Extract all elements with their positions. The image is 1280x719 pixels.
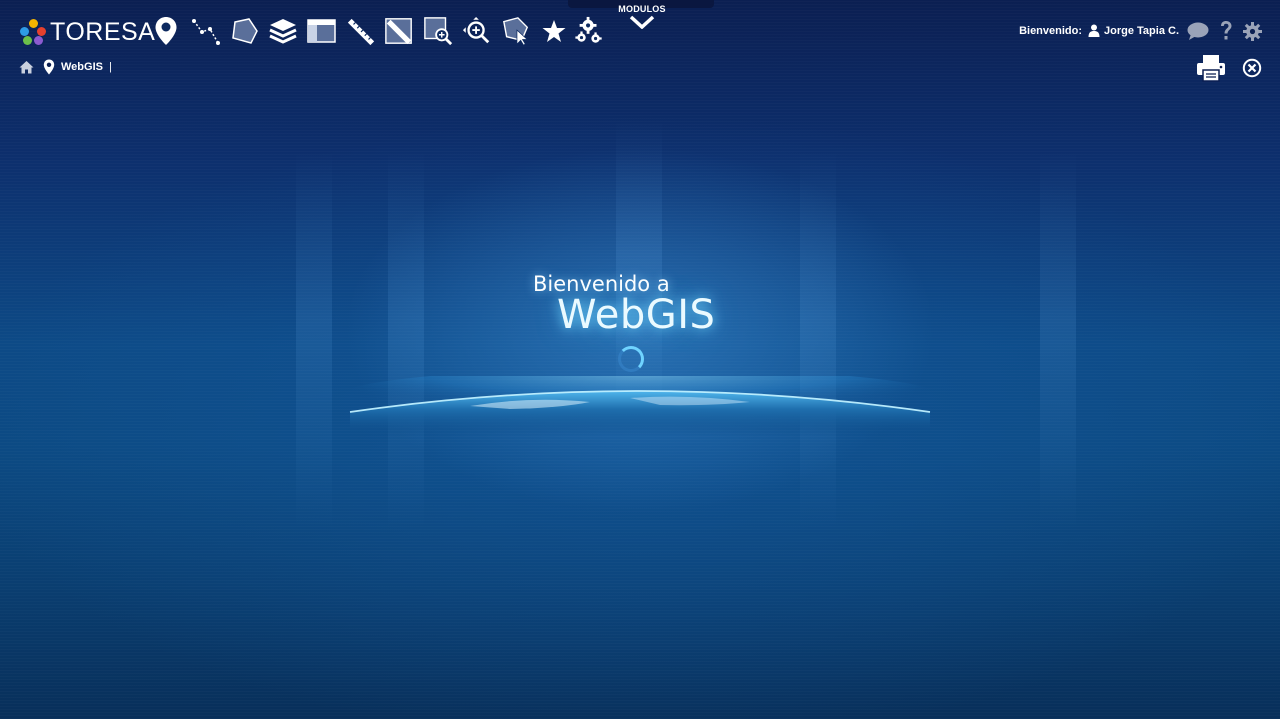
loading-spinner: [618, 346, 644, 372]
user-name[interactable]: Jorge Tapia C.: [1104, 25, 1179, 37]
chat-icon[interactable]: [1187, 22, 1209, 45]
light-streak: [616, 120, 662, 420]
area-ruler-icon[interactable]: [384, 15, 414, 47]
polygon-icon[interactable]: [229, 15, 259, 47]
ruler-icon[interactable]: [346, 15, 376, 47]
panel-icon[interactable]: [306, 15, 336, 47]
select-polygon-icon[interactable]: [501, 15, 531, 47]
modules-label: MODULOS: [618, 4, 666, 14]
chevron-down-icon: [629, 15, 655, 29]
modules-menu-button[interactable]: MODULOS: [612, 4, 672, 29]
breadcrumb-current[interactable]: WebGIS: [61, 61, 103, 73]
home-icon[interactable]: [19, 60, 34, 74]
user-welcome: Bienvenido: Jorge Tapia C.: [1019, 24, 1179, 37]
brand-name: TORESA: [50, 17, 156, 46]
user-icon: [1088, 24, 1100, 37]
map-marker-icon[interactable]: [151, 15, 181, 47]
earth-horizon-image: [340, 376, 940, 436]
close-button[interactable]: [1242, 58, 1262, 83]
light-streak: [800, 150, 836, 530]
breadcrumb: WebGIS |: [19, 59, 112, 75]
welcome-label: Bienvenido:: [1019, 24, 1083, 37]
close-icon: [1242, 58, 1262, 78]
pan-zoom-icon[interactable]: [462, 15, 492, 47]
print-button[interactable]: [1196, 54, 1226, 87]
layers-icon[interactable]: [268, 15, 298, 47]
star-icon[interactable]: [539, 15, 569, 47]
light-streak: [296, 150, 332, 530]
breadcrumb-separator: |: [108, 61, 112, 73]
gear-icon[interactable]: [1243, 22, 1262, 46]
hero-title: WebGIS: [557, 292, 716, 338]
logo: TORESA: [20, 17, 155, 47]
light-streak: [388, 150, 424, 530]
top-bar: TORESA MODULOS Bienvenido: Jorge Tapia C…: [0, 0, 1280, 56]
polyline-icon[interactable]: [191, 15, 221, 47]
help-icon[interactable]: [1219, 20, 1233, 47]
map-marker-icon: [43, 59, 55, 75]
logo-mark: [20, 19, 46, 45]
light-streak: [1040, 150, 1076, 530]
zoom-box-icon[interactable]: [423, 15, 453, 47]
printer-icon: [1197, 55, 1225, 82]
settings-gears-icon[interactable]: [574, 15, 604, 47]
